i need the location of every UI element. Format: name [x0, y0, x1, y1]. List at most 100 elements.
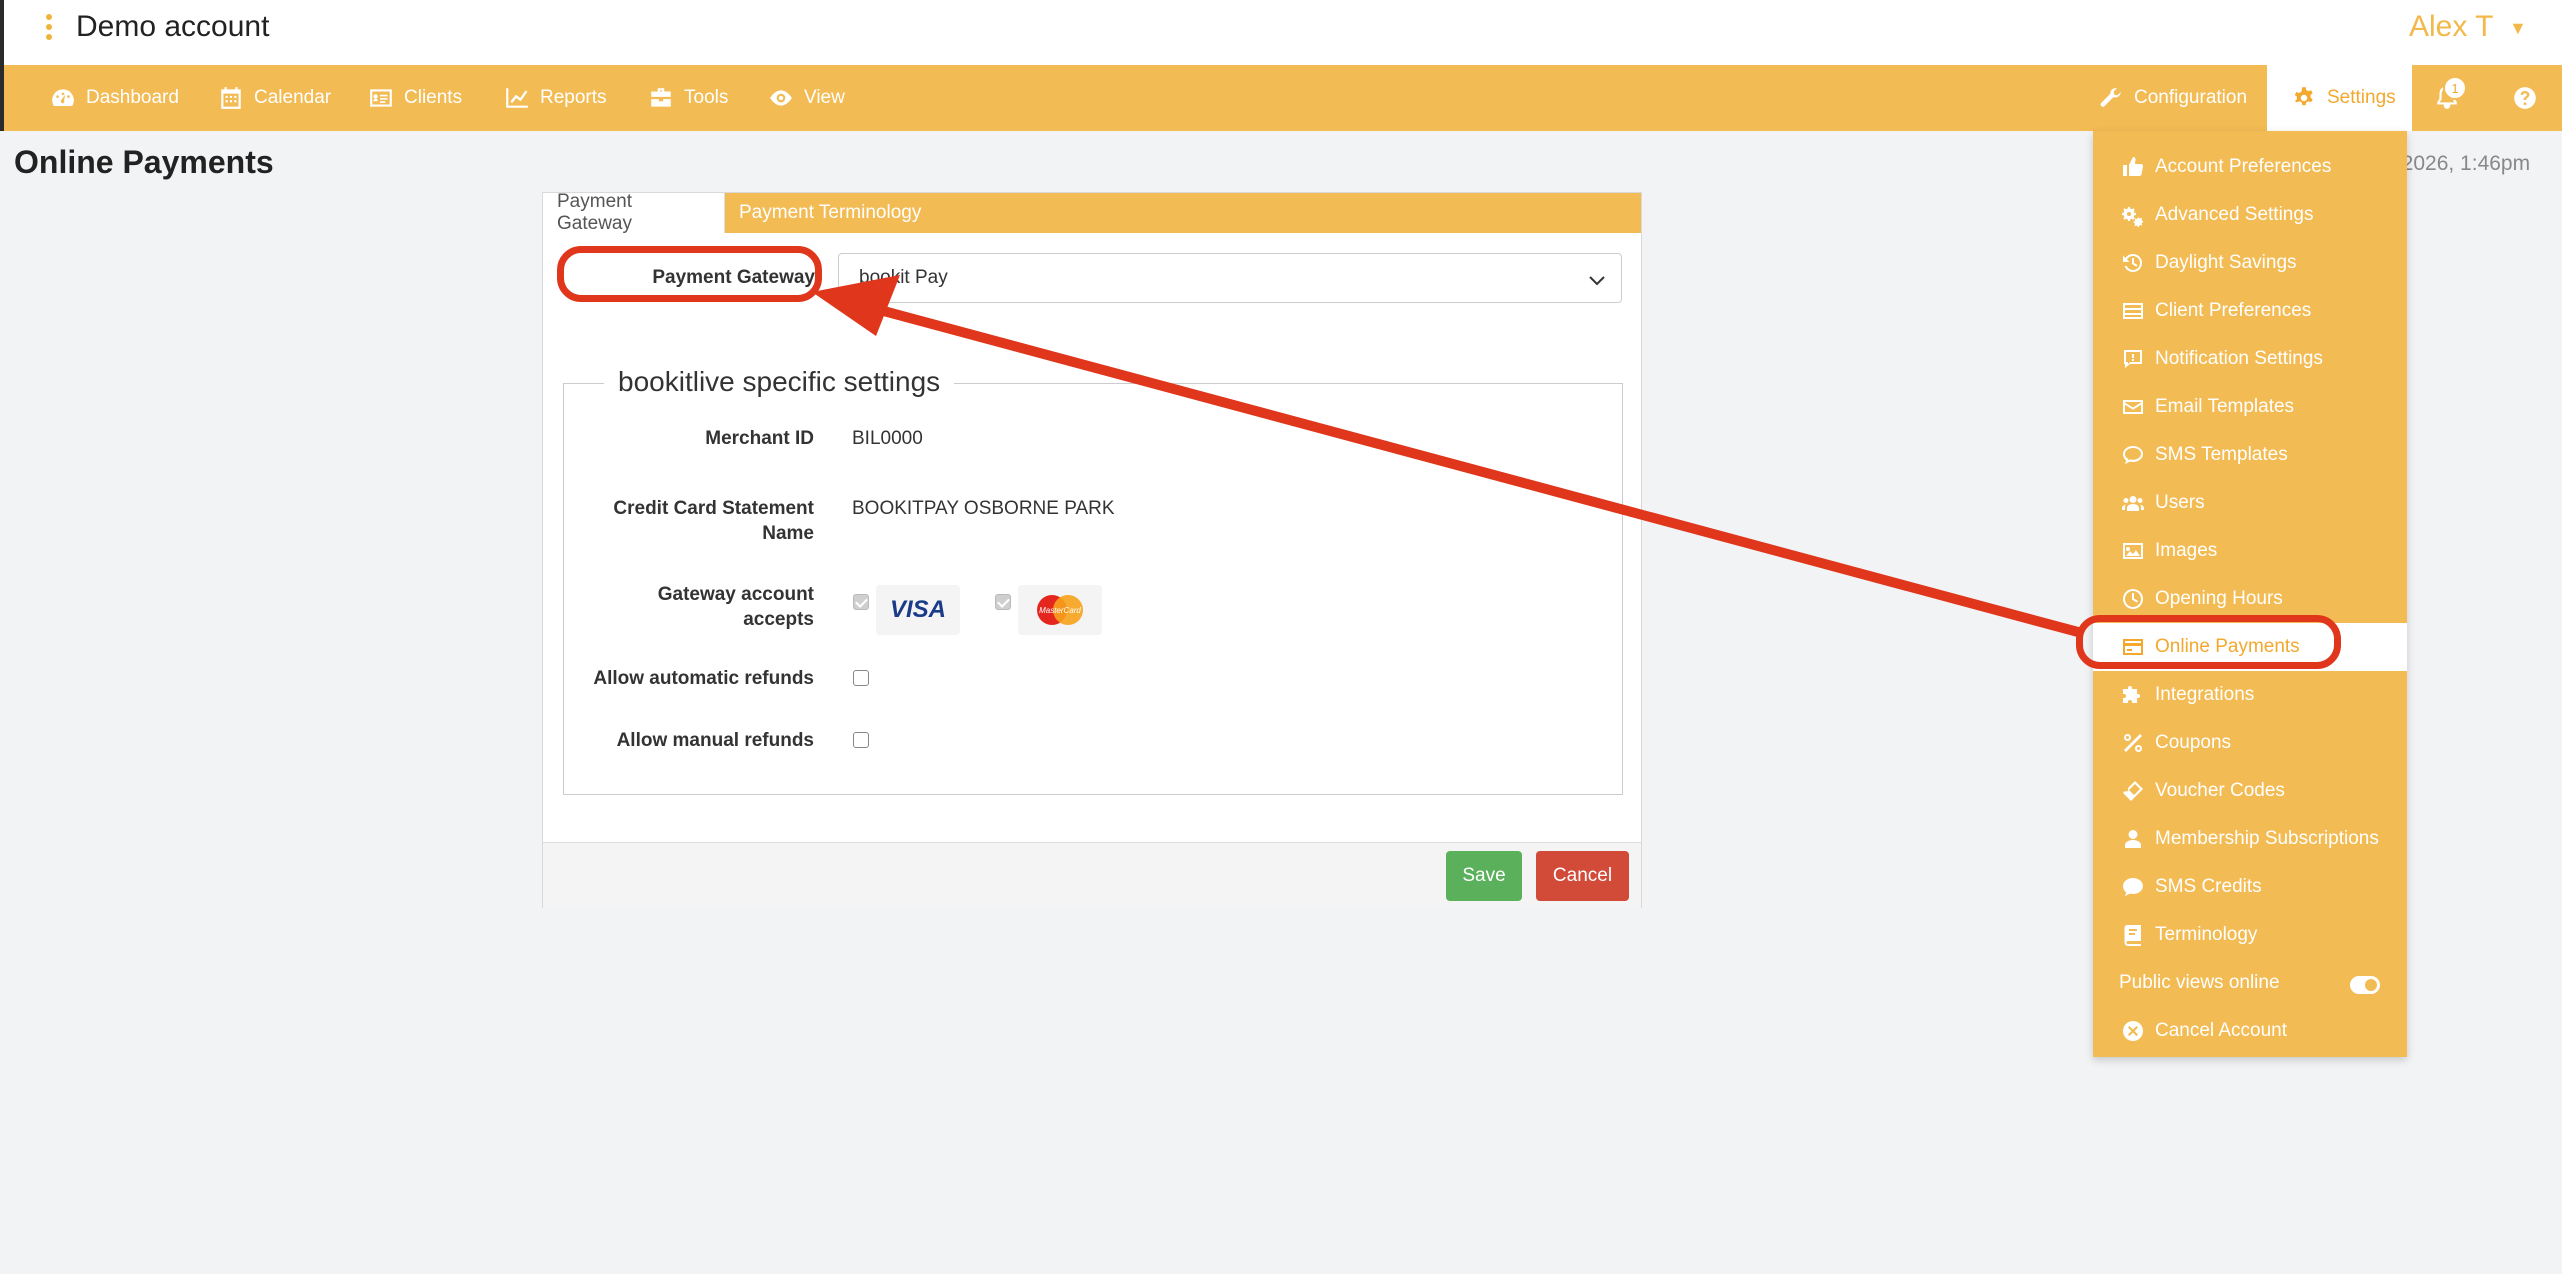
settings-dropdown: Account Preferences Advanced Settings Da…: [2093, 131, 2407, 1057]
save-button[interactable]: Save: [1446, 851, 1522, 901]
puzzle-icon: [2123, 686, 2140, 703]
auto-refunds-checkbox[interactable]: [853, 670, 869, 686]
reports-icon: [506, 88, 528, 108]
calendar-icon: [221, 87, 241, 109]
account-title: Demo account: [76, 10, 270, 43]
nav-settings[interactable]: Settings: [2267, 65, 2412, 131]
credit-card-icon: [2123, 639, 2143, 655]
menu-coupons[interactable]: Coupons: [2093, 719, 2407, 767]
menu-images[interactable]: Images: [2093, 527, 2407, 575]
fieldset-legend: bookitlive specific settings: [604, 366, 955, 398]
user-menu[interactable]: Alex T: [2409, 10, 2493, 44]
menu-integrations[interactable]: Integrations: [2093, 671, 2407, 719]
nav-configuration[interactable]: Configuration: [2098, 65, 2247, 131]
online-payments-panel: Payment Gateway Payment Terminology Paym…: [542, 191, 1642, 908]
nav-label: Calendar: [254, 87, 332, 108]
history-icon: [2123, 253, 2142, 272]
visa-text: VISA: [889, 596, 946, 623]
comment-solid-icon: [2123, 878, 2143, 896]
manual-refunds-label: Allow manual refunds: [616, 730, 814, 751]
nav-label: Dashboard: [86, 87, 179, 108]
menu-terminology[interactable]: Terminology: [2093, 911, 2407, 959]
manual-refunds-checkbox[interactable]: [853, 732, 869, 748]
list-icon: [2123, 303, 2143, 319]
visa-checkbox[interactable]: [853, 594, 869, 610]
wrench-icon: [2100, 88, 2121, 107]
date-time-text: t 2026, 1:46pm: [2390, 152, 2531, 175]
gears-icon: [2122, 207, 2144, 227]
payment-gateway-label: Payment Gateway: [652, 267, 815, 288]
thumbs-up-icon: [2123, 157, 2144, 177]
menu-online-payments[interactable]: Online Payments: [2093, 623, 2407, 671]
menu-sms-credits[interactable]: SMS Credits: [2093, 863, 2407, 911]
eye-icon: [770, 90, 792, 106]
mastercard-icon: MasterCard: [1037, 595, 1083, 625]
kebab-menu-icon[interactable]: [44, 14, 54, 44]
tab-payment-terminology[interactable]: Payment Terminology: [725, 193, 935, 233]
caret-down-icon[interactable]: ▼: [2509, 18, 2527, 39]
panel-footer: Save Cancel: [543, 842, 1641, 908]
page-title: Online Payments: [14, 144, 274, 180]
nav-clients[interactable]: Clients: [368, 65, 462, 131]
notification-badge: 1: [2443, 76, 2467, 100]
auto-refunds-label: Allow automatic refunds: [593, 668, 814, 689]
mastercard-logo: MasterCard: [1018, 585, 1102, 635]
nav-dashboard[interactable]: Dashboard: [50, 65, 179, 131]
public-views-toggle[interactable]: [2350, 976, 2380, 994]
merchant-id-label: Merchant ID: [705, 428, 814, 449]
menu-users[interactable]: Users: [2093, 479, 2407, 527]
book-icon: [2124, 925, 2141, 946]
percent-icon: [2124, 734, 2142, 752]
menu-daylight-savings[interactable]: Daylight Savings: [2093, 239, 2407, 287]
bookitlive-settings-fieldset: bookitlive specific settings Merchant ID…: [563, 366, 1623, 795]
menu-account-preferences[interactable]: Account Preferences: [2093, 143, 2407, 191]
menu-membership-subscriptions[interactable]: Membership Subscriptions: [2093, 815, 2407, 863]
menu-cancel-account[interactable]: Cancel Account: [2093, 1007, 2407, 1055]
help-icon: [2514, 87, 2536, 109]
mastercard-checkbox[interactable]: [995, 594, 1011, 610]
chevron-down-icon: [1589, 276, 1605, 286]
top-bar: Demo account Alex T ▼: [0, 0, 2562, 65]
nav-calendar[interactable]: Calendar: [218, 65, 331, 131]
menu-email-templates[interactable]: Email Templates: [2093, 383, 2407, 431]
clients-icon: [370, 89, 392, 107]
menu-advanced-settings[interactable]: Advanced Settings: [2093, 191, 2407, 239]
clock-icon: [2123, 589, 2143, 609]
envelope-icon: [2123, 400, 2143, 414]
payment-gateway-value: bookit Pay: [859, 267, 948, 288]
gateway-accepts-label: Gateway account accepts: [657, 584, 814, 630]
merchant-id-value: BIL0000: [852, 428, 923, 449]
ticket-icon: [2123, 781, 2143, 801]
payment-gateway-select[interactable]: bookit Pay: [838, 253, 1622, 303]
main-nav: Dashboard Calendar Clients Reports Tools…: [0, 65, 2562, 131]
cancel-button[interactable]: Cancel: [1536, 851, 1629, 901]
nav-view[interactable]: View: [768, 65, 845, 131]
menu-voucher-codes[interactable]: Voucher Codes: [2093, 767, 2407, 815]
tab-bar: Payment Gateway Payment Terminology: [543, 191, 1641, 234]
menu-notification-settings[interactable]: Notification Settings: [2093, 335, 2407, 383]
nav-tools[interactable]: Tools: [648, 65, 728, 131]
menu-opening-hours[interactable]: Opening Hours: [2093, 575, 2407, 623]
users-icon: [2122, 496, 2144, 511]
nav-label: Clients: [404, 87, 463, 108]
statement-name-label: Credit Card Statement Name: [613, 498, 814, 544]
user-icon: [2125, 830, 2141, 848]
nav-label: Reports: [540, 87, 607, 108]
svg-text:MasterCard: MasterCard: [1039, 606, 1081, 615]
nav-label: View: [804, 87, 845, 108]
visa-logo: VISA: [876, 585, 960, 635]
toolbox-icon: [651, 88, 671, 107]
nav-label: Configuration: [2134, 87, 2248, 108]
nav-label: Tools: [684, 87, 729, 108]
comment-icon: [2123, 446, 2143, 464]
nav-reports[interactable]: Reports: [504, 65, 607, 131]
gear-icon: [2294, 87, 2313, 106]
menu-client-preferences[interactable]: Client Preferences: [2093, 287, 2407, 335]
close-circle-icon: [2123, 1021, 2143, 1041]
nav-help[interactable]: [2512, 65, 2538, 131]
tab-payment-gateway[interactable]: Payment Gateway: [543, 191, 725, 234]
menu-sms-templates[interactable]: SMS Templates: [2093, 431, 2407, 479]
nav-label: Settings: [2327, 87, 2396, 108]
dashboard-icon: [52, 89, 74, 107]
image-icon: [2123, 543, 2143, 559]
